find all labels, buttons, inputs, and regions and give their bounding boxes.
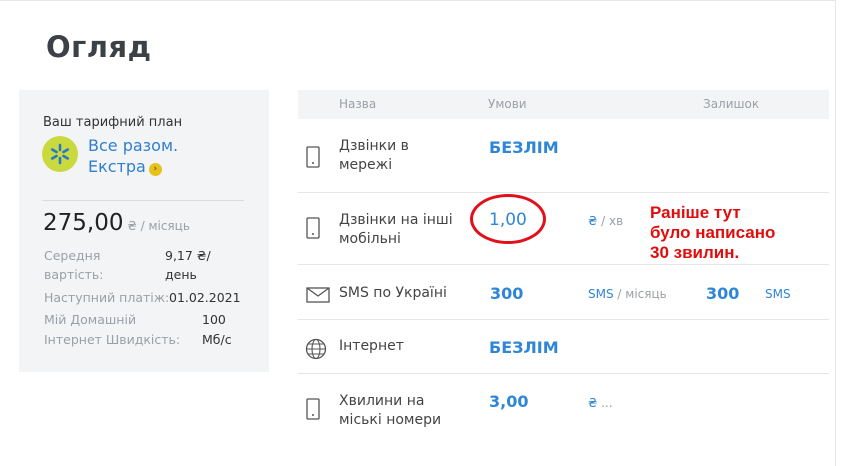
page-title: Огляд bbox=[46, 30, 152, 64]
service-value-city-minutes: 3,00 bbox=[489, 392, 529, 411]
chevron-right-icon[interactable]: › bbox=[148, 163, 162, 176]
stat-value-avg-cost-2: день bbox=[165, 267, 197, 282]
header-name: Назва bbox=[339, 97, 377, 111]
frame-border-right bbox=[835, 0, 836, 466]
service-remaining-sms: 300 bbox=[706, 284, 740, 303]
phone-icon bbox=[306, 398, 320, 424]
tariff-name-line2: Екстра bbox=[88, 157, 146, 176]
service-unit-sms: SMS / місяць bbox=[588, 287, 667, 301]
service-name-line1: Хвилини на bbox=[339, 393, 425, 409]
service-unit-city-minutes: ₴ ... bbox=[588, 396, 613, 410]
unit-main: ₴ bbox=[588, 214, 598, 228]
service-name-city-minutes: Хвилини на міські номери bbox=[339, 392, 441, 430]
unit-main: ₴ bbox=[588, 396, 598, 410]
service-value-network-calls: БЕЗЛІМ bbox=[489, 138, 559, 157]
tariff-card: Ваш тарифний план Все разом. Екстра › 275… bbox=[19, 90, 269, 372]
service-value-internet: БЕЗЛІМ bbox=[489, 338, 559, 357]
service-name-line2: міські номери bbox=[339, 412, 442, 428]
stat-label-next-payment: Наступний платіж: bbox=[44, 290, 170, 305]
row-divider bbox=[298, 373, 829, 374]
globe-icon bbox=[305, 338, 327, 364]
frame-border-top bbox=[0, 0, 836, 1]
phone-icon bbox=[306, 146, 320, 172]
stat-value-next-payment: 01.02.2021 bbox=[169, 290, 241, 305]
service-name-other-mobile-calls: Дзвінки на інші мобільні bbox=[339, 211, 453, 249]
service-name-network-calls: Дзвінки в мережі bbox=[339, 137, 409, 175]
annotation-line1: Раніше тут bbox=[650, 203, 741, 222]
card-divider bbox=[42, 200, 244, 201]
stat-value-avg-cost-1: 9,17 ₴/ bbox=[165, 248, 211, 263]
tariff-price: 275,00 ₴ / місяць bbox=[43, 210, 190, 236]
row-divider bbox=[298, 264, 829, 265]
tariff-caption: Ваш тарифний план bbox=[43, 115, 183, 130]
unit-sub: / хв bbox=[597, 214, 624, 228]
service-name-line1: Дзвінки на інші bbox=[339, 212, 453, 228]
stat-value-internet-speed: Мб/с bbox=[202, 332, 232, 347]
unit-sub: ... bbox=[597, 396, 613, 410]
services-table-header: Назва Умови Залишок bbox=[298, 90, 829, 119]
tariff-name-line1: Все разом. bbox=[88, 136, 179, 155]
service-name-line2: мережі bbox=[339, 157, 393, 173]
service-name-line2: мобільні bbox=[339, 231, 401, 247]
red-annotation-text: Раніше тут було написано 30 звилин. bbox=[650, 203, 775, 263]
stat-value-home: 100 bbox=[202, 312, 226, 327]
stat-label-avg-cost-1: Середня bbox=[44, 248, 101, 263]
price-unit: ₴ / місяць bbox=[127, 219, 190, 233]
service-name-line1: Дзвінки в bbox=[339, 138, 409, 154]
stat-label-home: Мій Домашній bbox=[44, 312, 137, 327]
service-value-sms: 300 bbox=[490, 284, 524, 303]
row-divider bbox=[298, 192, 829, 193]
unit-sub: / місяць bbox=[613, 287, 667, 301]
annotation-line3: 30 звилин. bbox=[650, 243, 740, 262]
header-remaining: Залишок bbox=[703, 97, 760, 111]
stat-label-internet-speed: Інтернет Швидкість: bbox=[44, 332, 181, 347]
stat-label-avg-cost-2: вартість: bbox=[44, 267, 104, 282]
unit-main: SMS bbox=[588, 287, 614, 301]
service-remaining-unit-sms: SMS bbox=[765, 287, 791, 301]
service-unit-other-mobile-calls: ₴ / хв bbox=[588, 214, 623, 228]
price-value: 275,00 bbox=[43, 210, 124, 236]
highlight-ellipse bbox=[470, 194, 546, 244]
tariff-logo-icon bbox=[42, 136, 78, 172]
header-terms: Умови bbox=[488, 97, 527, 111]
phone-icon bbox=[306, 217, 320, 243]
row-divider bbox=[298, 319, 829, 320]
tariff-name-link[interactable]: Все разом. Екстра › bbox=[88, 135, 218, 177]
service-name-internet: Інтернет bbox=[339, 338, 404, 354]
envelope-icon bbox=[306, 287, 330, 307]
service-name-sms: SMS по Україні bbox=[339, 285, 447, 301]
annotation-line2: було написано bbox=[650, 223, 776, 242]
